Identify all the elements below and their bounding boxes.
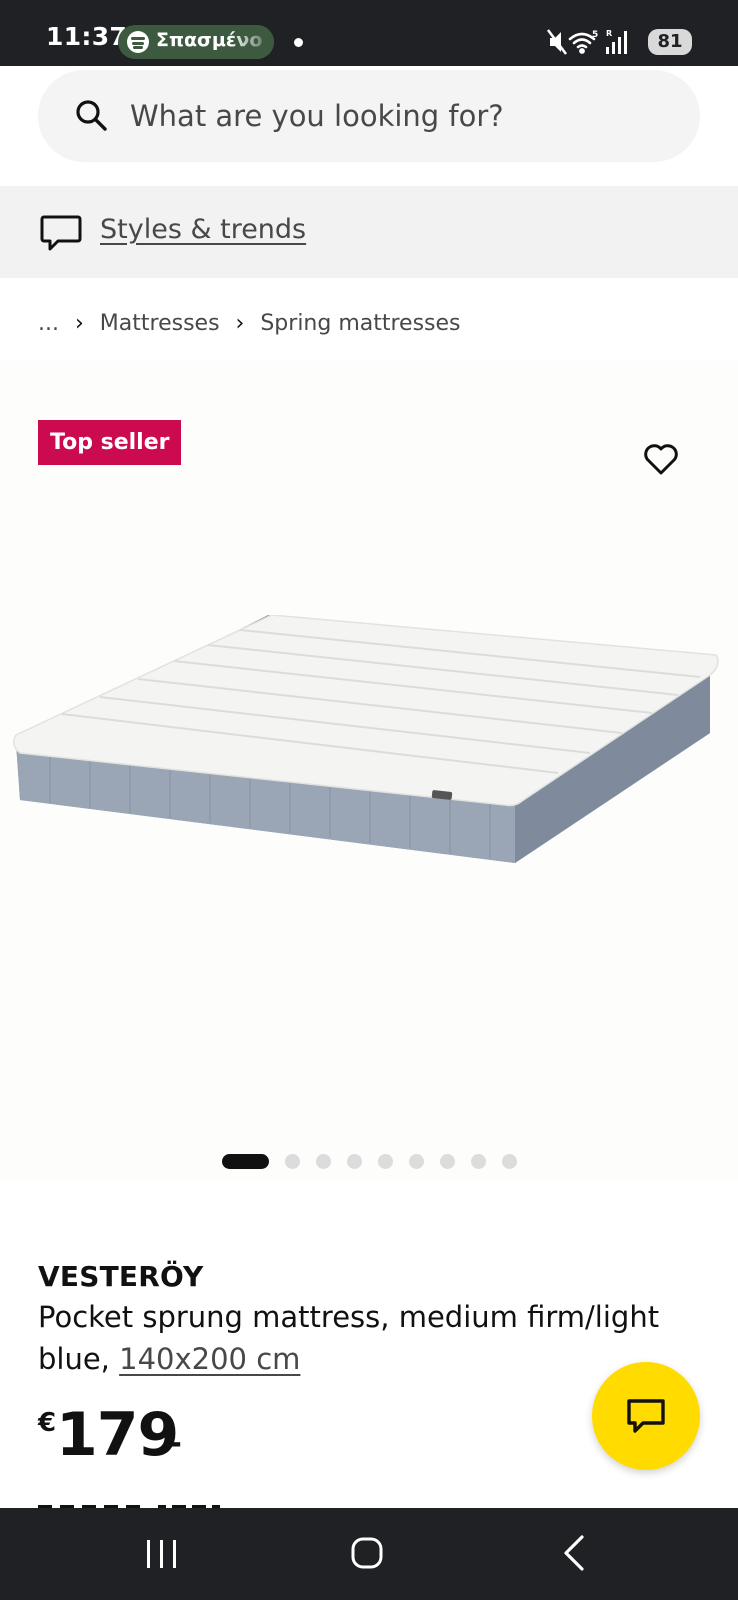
carousel-dot[interactable] (409, 1154, 424, 1169)
media-pill[interactable]: Σπασμένο (118, 25, 274, 59)
chevron-right-icon: › (235, 310, 245, 336)
status-bar: 11:37 Σπασμένο 5 R 81 (0, 0, 738, 66)
carousel-dot[interactable] (378, 1154, 393, 1169)
svg-text:5: 5 (592, 30, 598, 40)
wifi-icon (568, 32, 596, 54)
heart-icon[interactable] (642, 440, 680, 478)
product-size-link[interactable]: 140x200 cm (119, 1342, 300, 1376)
carousel-dot[interactable] (316, 1154, 331, 1169)
svg-text:R: R (606, 29, 612, 38)
signal-icon: R (606, 29, 627, 54)
recent-apps-icon[interactable] (144, 1538, 180, 1570)
status-icons: 5 R (547, 29, 627, 55)
price-decimal: .- (158, 1426, 182, 1461)
product-name: VESTERÖY (38, 1260, 204, 1293)
styles-trends-banner[interactable]: Styles & trends (0, 186, 738, 278)
spotify-icon (127, 31, 149, 53)
chat-fab-button[interactable] (592, 1362, 700, 1470)
price-currency: € (38, 1408, 57, 1438)
home-icon[interactable] (350, 1536, 384, 1570)
breadcrumb-ellipsis[interactable]: ... (38, 311, 59, 336)
top-seller-badge: Top seller (38, 420, 182, 465)
carousel-dot[interactable] (285, 1154, 300, 1169)
chat-icon (627, 1399, 665, 1433)
system-nav-bar (0, 1508, 738, 1600)
speech-bubble-icon (40, 215, 82, 251)
status-time: 11:37 (46, 22, 128, 51)
carousel-dot[interactable] (471, 1154, 486, 1169)
mute-icon (547, 29, 567, 55)
breadcrumb-item-mattresses[interactable]: Mattresses (100, 311, 220, 336)
back-icon[interactable] (560, 1534, 588, 1572)
carousel-dot-active[interactable] (222, 1154, 269, 1169)
breadcrumb: ... › Mattresses › Spring mattresses (38, 305, 461, 341)
carousel-dot[interactable] (440, 1154, 455, 1169)
search-icon (76, 100, 107, 131)
search-bar[interactable] (38, 70, 700, 162)
search-input[interactable] (130, 92, 670, 140)
chevron-right-icon: › (74, 310, 84, 336)
product-image (13, 615, 719, 863)
carousel-indicator[interactable] (222, 1151, 542, 1169)
carousel-dot[interactable] (347, 1154, 362, 1169)
breadcrumb-item-spring-mattresses[interactable]: Spring mattresses (260, 311, 460, 336)
styles-trends-link[interactable]: Styles & trends (100, 214, 306, 245)
battery-indicator: 81 (648, 29, 692, 55)
notification-dot-icon (294, 38, 303, 47)
carousel-dot[interactable] (502, 1154, 517, 1169)
product-description: Pocket sprung mattress, medium firm/ligh… (38, 1296, 678, 1380)
